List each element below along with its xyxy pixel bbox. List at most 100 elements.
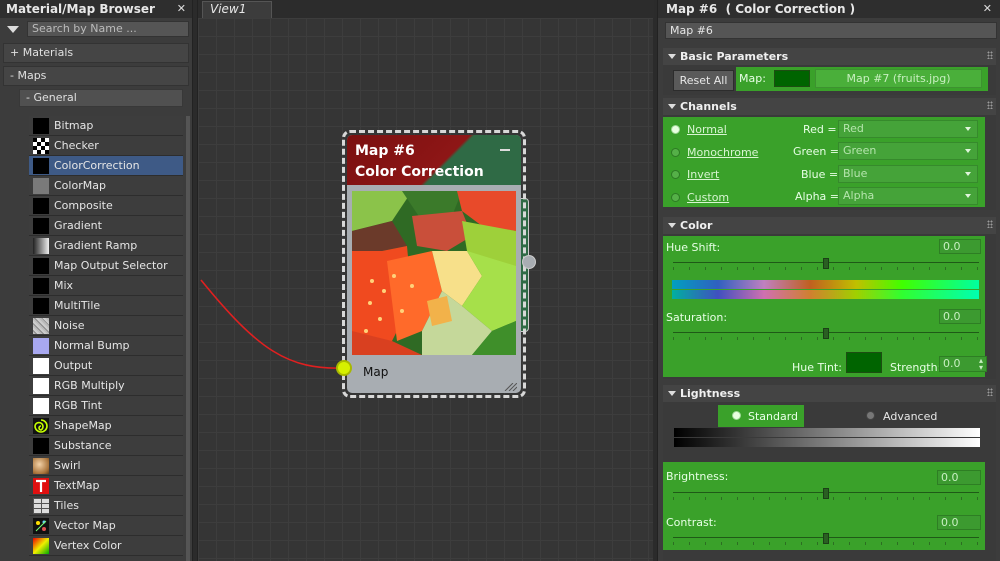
map-item-label: Bitmap [54,119,94,132]
radio-standard[interactable] [732,411,741,420]
mode-monochrome-label[interactable]: Monochrome [687,146,758,159]
parameter-editor: Map #6 ( Color Correction ) ✕ Map #6 Bas… [657,0,1000,561]
saturation-slider[interactable] [673,328,979,340]
general-group-header[interactable]: - General [19,89,183,107]
mode-invert-label[interactable]: Invert [687,168,719,181]
strength-spinner[interactable]: 0.0 ▴ ▾ [939,356,987,372]
vertex-color-icon [33,537,49,554]
hue-shift-spinner[interactable]: 0.0 [939,239,981,254]
alpha-channel-dropdown[interactable]: Alpha [838,187,978,205]
map-item-noise[interactable]: Noise [29,316,183,336]
map-item-textmap[interactable]: TextMap [29,476,183,496]
grip-icon[interactable] [987,101,993,109]
lightness-header[interactable]: Lightness [663,385,996,402]
map-item-map-output-selector[interactable]: Map Output Selector [29,256,183,276]
grip-icon[interactable] [987,51,993,59]
mode-custom-label[interactable]: Custom [687,191,729,204]
map-item-label: Composite [54,199,113,212]
contrast-spinner[interactable]: 0.0 [937,515,981,530]
strength-label: Strength: [890,361,942,374]
map-input-socket[interactable] [336,360,352,376]
lightness-bar-bottom [674,438,980,447]
map-item-gradient-ramp[interactable]: Gradient Ramp [29,236,183,256]
green-channel-dropdown[interactable]: Green [838,142,978,160]
options-dropdown-icon[interactable] [7,25,19,33]
map-item-output[interactable]: Output [29,356,183,376]
map-item-normal-bump[interactable]: Normal Bump [29,336,183,356]
map-item-label: Gradient Ramp [54,239,138,252]
close-icon[interactable]: ✕ [177,2,186,16]
map-item-vector-map[interactable]: Vector Map [29,516,183,536]
map-item-composite[interactable]: Composite [29,196,183,216]
node-port-label: Map [363,365,389,379]
radio-advanced[interactable] [866,411,875,420]
maps-list: Bitmap Checker ColorCorrection ColorMap … [29,116,183,556]
blue-channel-dropdown[interactable]: Blue [838,165,978,183]
map-swatch[interactable] [774,70,810,87]
color-rollout: Color Hue Shift: 0.0 Saturation: 0.0 Hue… [663,217,996,379]
color-header[interactable]: Color [663,217,996,234]
gradient-icon [33,217,49,234]
brightness-slider[interactable] [673,488,979,500]
brightness-spinner[interactable]: 0.0 [937,470,981,485]
radio-invert[interactable] [671,170,680,179]
color-correction-node[interactable]: Map #6 Color Correction Map [342,130,526,398]
minimize-icon[interactable] [500,149,510,151]
collapse-arrow-icon [668,391,676,396]
radio-custom[interactable] [671,193,680,202]
map-item-vertex-color[interactable]: Vertex Color [29,536,183,556]
hue-tint-swatch[interactable] [846,352,882,373]
map-item-label: Vector Map [54,519,116,532]
reset-all-button[interactable]: Reset All [673,70,734,91]
map-item-bitmap[interactable]: Bitmap [29,116,183,136]
advanced-label[interactable]: Advanced [883,410,937,423]
materials-group-header[interactable]: + Materials [3,43,189,63]
standard-mode-option[interactable]: Standard [718,405,804,427]
output-port-socket[interactable] [522,255,536,269]
maps-group-header[interactable]: - Maps [3,66,189,86]
radio-normal[interactable] [671,125,680,134]
map-item-checker[interactable]: Checker [29,136,183,156]
node-header[interactable]: Map #6 Color Correction [347,135,521,185]
map-item-mix[interactable]: Mix [29,276,183,296]
grip-icon[interactable] [987,388,993,396]
map-output-selector-icon [33,257,49,274]
grip-icon[interactable] [987,220,993,228]
spinner-arrows-icon[interactable]: ▴ ▾ [979,357,983,372]
map-item-shapemap[interactable]: ShapeMap [29,416,183,436]
map-item-label: Mix [54,279,74,292]
search-input[interactable]: Search by Name ... [27,21,189,37]
channels-rollout: Channels Normal Monochrome Invert Custom… [663,98,996,210]
basic-parameters-header[interactable]: Basic Parameters [663,48,996,65]
channels-header[interactable]: Channels [663,98,996,115]
resize-grip-icon[interactable] [503,383,517,391]
map-item-multitile[interactable]: MultiTile [29,296,183,316]
map-item-gradient[interactable]: Gradient [29,216,183,236]
contrast-slider[interactable] [673,533,979,545]
map-item-label: RGB Multiply [54,379,125,392]
radio-monochrome[interactable] [671,148,680,157]
lightness-rollout: Lightness Standard Advanced Brightness: … [663,385,996,561]
chevron-down-icon [965,194,971,198]
map-item-colorcorrection[interactable]: ColorCorrection [29,156,183,176]
close-icon[interactable]: ✕ [983,2,992,16]
browser-scrollbar[interactable] [186,116,190,561]
map-item-substance[interactable]: Substance [29,436,183,456]
map-name-field[interactable]: Map #6 [665,22,997,39]
rgb-tint-icon [33,397,49,414]
mode-normal-label[interactable]: Normal [687,123,727,136]
map-item-colormap[interactable]: ColorMap [29,176,183,196]
browser-search-row: Search by Name ... [0,18,192,40]
red-channel-dropdown[interactable]: Red [838,120,978,138]
map-item-tiles[interactable]: Tiles [29,496,183,516]
saturation-spinner[interactable]: 0.0 [939,309,981,324]
map-item-rgb-tint[interactable]: RGB Tint [29,396,183,416]
map-item-label: RGB Tint [54,399,102,412]
map-item-rgb-multiply[interactable]: RGB Multiply [29,376,183,396]
node-view[interactable]: View1 Map #6 Color Correction Map [197,0,654,561]
map-item-label: Noise [54,319,85,332]
map-item-swirl[interactable]: Swirl [29,456,183,476]
hue-shift-slider[interactable] [673,258,979,270]
standard-label: Standard [748,410,799,423]
map-slot-button[interactable]: Map #7 (fruits.jpg) [815,69,982,88]
